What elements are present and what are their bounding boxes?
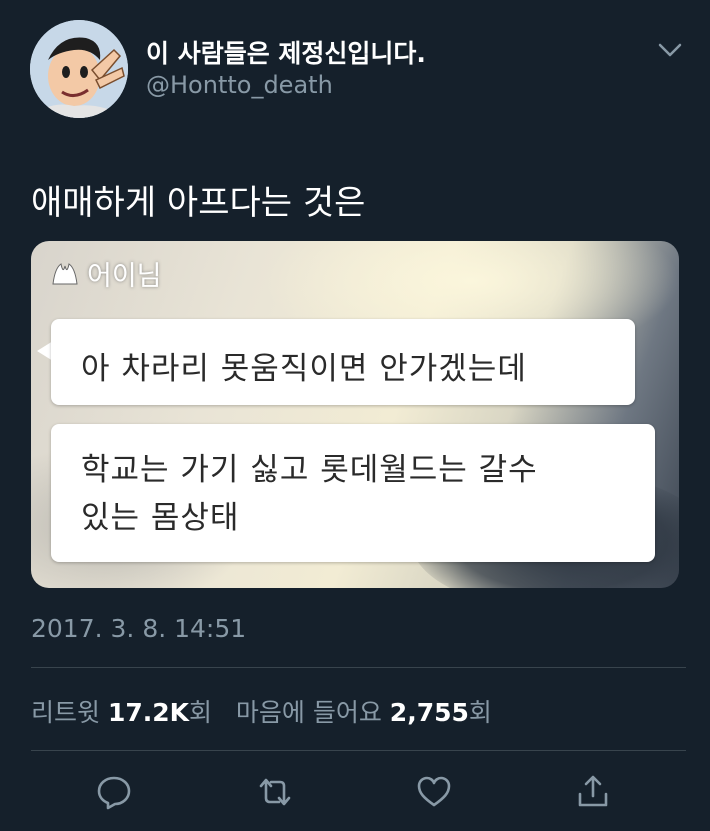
- chat-message: 학교는 가기 싫고 롯데월드는 갈수 있는 몸상태: [81, 446, 538, 542]
- chat-bubble: 아 차라리 못움직이면 안가겠는데: [51, 319, 635, 405]
- likes-label[interactable]: 마음에 들어요: [236, 698, 382, 727]
- chat-message-line: 있는 몸상태: [81, 500, 240, 536]
- retweets-label[interactable]: 리트윗: [31, 698, 100, 727]
- tweet-stats: 리트윗 17.2K회 마음에 들어요 2,755회: [31, 693, 492, 729]
- tweet-text: 애매하게 아프다는 것은: [31, 183, 366, 223]
- chevron-down-icon[interactable]: [656, 40, 684, 60]
- chat-sender: 어이님: [49, 254, 162, 293]
- divider: [31, 750, 686, 751]
- likes-unit: 회: [468, 698, 492, 727]
- like-icon[interactable]: [414, 772, 454, 812]
- author-display-name[interactable]: 이 사람들은 제정신입니다.: [146, 34, 426, 70]
- retweets-count[interactable]: 17.2K: [108, 698, 189, 727]
- share-icon[interactable]: [573, 772, 613, 812]
- sender-profile-icon: [52, 262, 78, 284]
- chat-bubble: 학교는 가기 싫고 롯데월드는 갈수 있는 몸상태: [51, 424, 655, 562]
- cartoon-avatar-icon: [30, 20, 128, 118]
- tweet-timestamp[interactable]: 2017. 3. 8. 14:51: [31, 614, 246, 643]
- reply-icon[interactable]: [94, 772, 134, 812]
- likes-count[interactable]: 2,755: [390, 698, 469, 727]
- tweet-media-image[interactable]: 어이님 아 차라리 못움직이면 안가겠는데 학교는 가기 싫고 롯데월드는 갈수…: [31, 241, 679, 588]
- chat-message-line: 학교는 가기 싫고 롯데월드는 갈수: [81, 452, 538, 488]
- author-handle[interactable]: @Hontto_death: [146, 71, 333, 99]
- retweets-unit: 회: [189, 698, 213, 727]
- divider: [31, 667, 686, 668]
- chat-sender-name: 어이님: [87, 261, 162, 292]
- retweet-icon[interactable]: [255, 772, 295, 812]
- chat-message: 아 차라리 못움직이면 안가겠는데: [81, 351, 527, 387]
- avatar[interactable]: [30, 20, 128, 118]
